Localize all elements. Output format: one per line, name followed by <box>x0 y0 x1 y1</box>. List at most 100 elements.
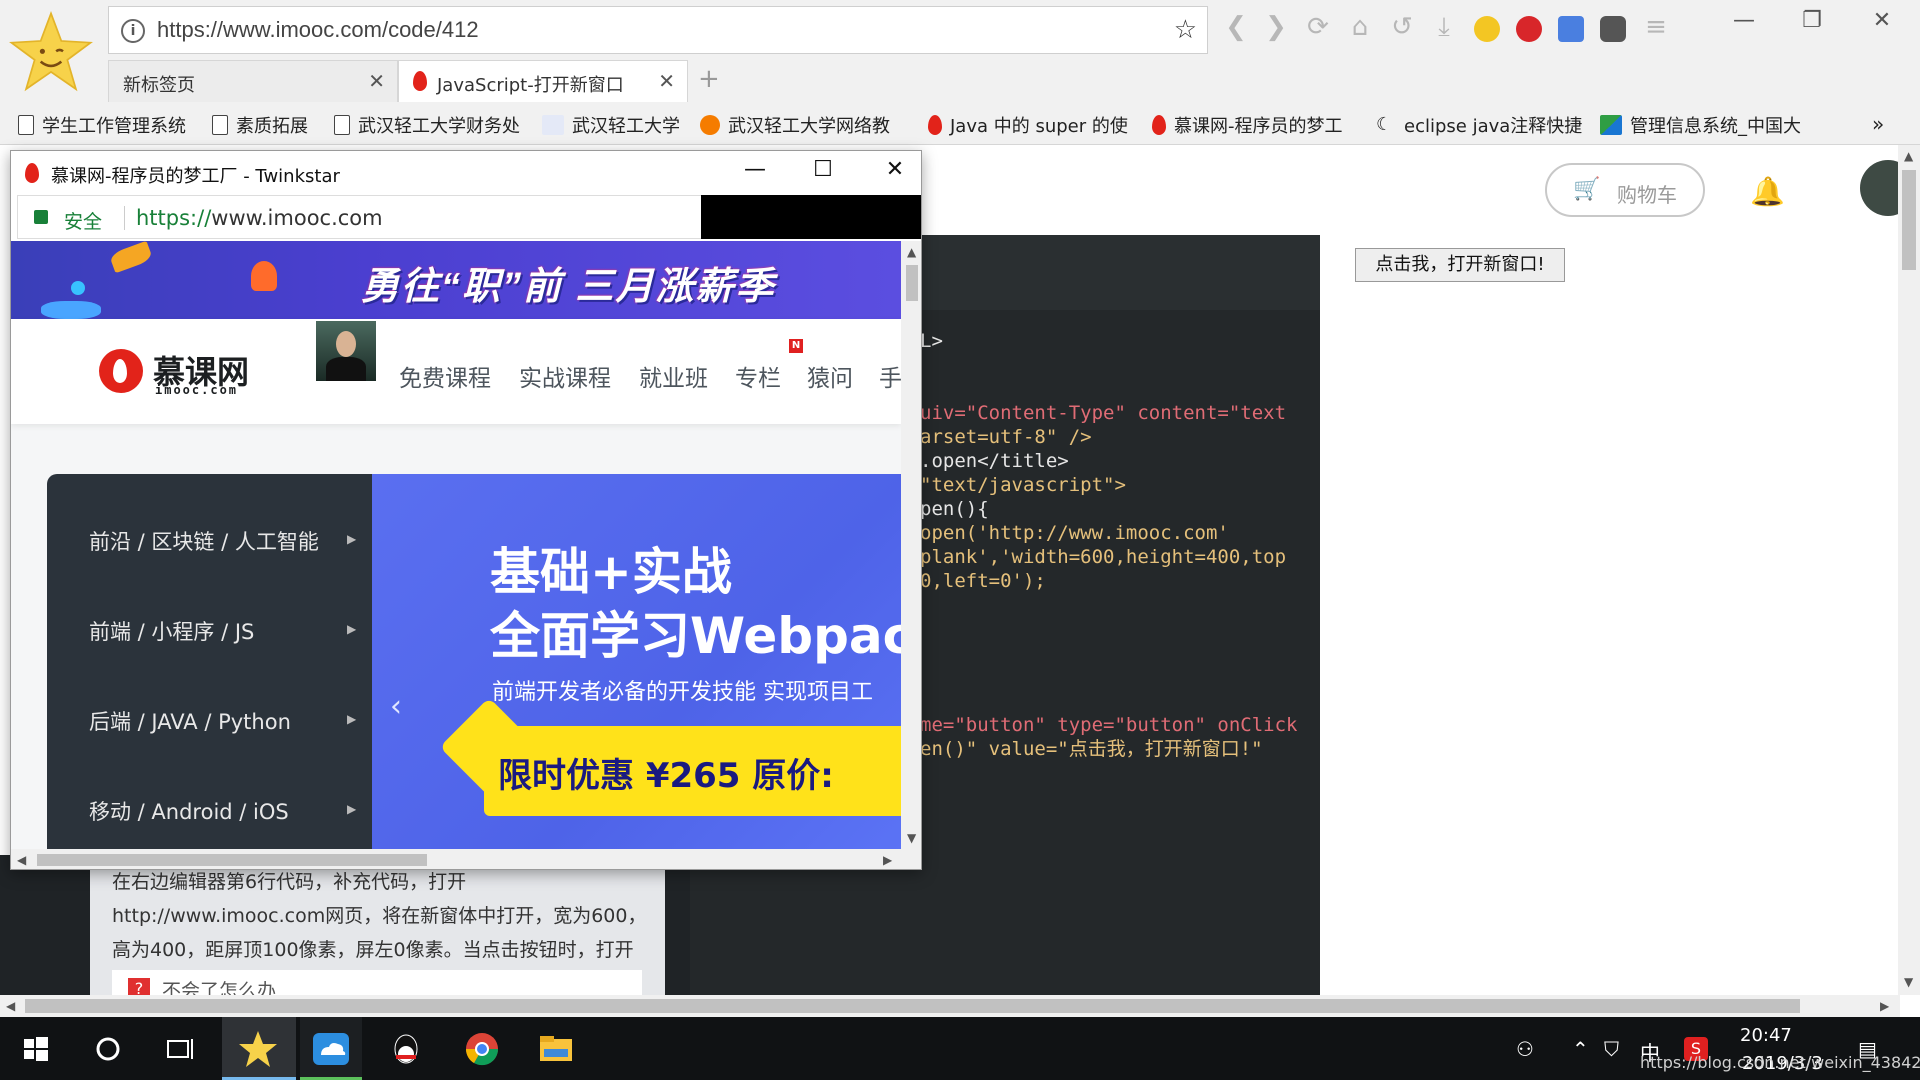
task-view-icon[interactable] <box>158 1027 202 1071</box>
category-item[interactable]: 移动 / Android / iOS <box>89 796 289 826</box>
bookmark-item[interactable]: 管理信息系统_中国大 <box>1600 112 1801 138</box>
scroll-thumb[interactable] <box>1902 170 1916 270</box>
page-vertical-scrollbar[interactable]: ▲ ▼ <box>1898 145 1920 995</box>
search-icon[interactable] <box>86 1027 130 1071</box>
cart-button[interactable]: 🛒 购物车 <box>1545 163 1705 217</box>
tab-close-icon[interactable]: ✕ <box>368 69 385 93</box>
lock-icon <box>34 210 48 224</box>
twinkstar-logo-icon <box>9 10 93 92</box>
scroll-thumb[interactable] <box>37 854 427 866</box>
scroll-right-icon[interactable]: ▶ <box>1880 999 1889 1013</box>
nav-column[interactable]: 专栏 <box>735 359 781 393</box>
extension-yab-icon[interactable] <box>1516 16 1542 42</box>
nav-employment-class[interactable]: 就业班 <box>639 359 708 393</box>
scroll-thumb[interactable] <box>25 999 1800 1013</box>
chevron-left-icon[interactable]: ‹ <box>390 689 402 724</box>
popup-close-icon[interactable]: ✕ <box>873 157 917 182</box>
nav-practical-courses[interactable]: 实战课程 <box>519 359 611 393</box>
category-menu: 前沿 / 区块链 / 人工智能 ▶ 前端 / 小程序 / JS ▶ 后端 / JAV… <box>47 474 372 849</box>
scroll-left-icon[interactable]: ◀ <box>6 999 15 1013</box>
blank-icon <box>542 115 564 135</box>
cloud-icon[interactable] <box>309 1027 353 1071</box>
popup-window[interactable]: 慕课网-程序员的梦工厂 - Twinkstar — ☐ ✕ 安全 https:/… <box>10 150 922 870</box>
scroll-down-icon[interactable]: ▼ <box>1904 975 1913 989</box>
category-item[interactable]: 前沿 / 区块链 / 人工智能 <box>89 526 319 556</box>
url-scheme: https:// <box>136 206 212 230</box>
back-icon[interactable]: ❮ <box>1218 12 1254 42</box>
bookmark-item[interactable]: 素质拓展 <box>212 112 308 138</box>
bookmark-item[interactable]: 武汉轻工大学网络教 <box>700 112 890 138</box>
file-explorer-icon[interactable] <box>534 1027 578 1071</box>
translate-icon[interactable] <box>1558 16 1584 42</box>
home-icon[interactable]: ⌂ <box>1342 12 1378 42</box>
bookmark-item[interactable]: 学生工作管理系统 <box>18 112 186 138</box>
tab-close-icon[interactable]: ✕ <box>658 69 675 93</box>
restore-icon[interactable]: ❐ <box>1792 8 1832 33</box>
scroll-up-icon[interactable]: ▲ <box>1904 149 1913 163</box>
promo-banner[interactable]: 勇往“职”前 三月涨薪季 <box>11 241 901 319</box>
code-text[interactable]: L> uiv="Content-Type" content="text arset… <box>920 305 1298 809</box>
address-url: https://www.imooc.com/code/412 <box>157 17 479 42</box>
tab-new-tab[interactable]: 新标签页 ✕ <box>108 60 398 102</box>
tray-expand-icon[interactable]: ⌃ <box>1572 1037 1589 1061</box>
bookmark-item[interactable]: 武汉轻工大学财务处 <box>334 112 520 138</box>
refresh-icon[interactable]: ⟳ <box>1300 12 1336 42</box>
nav-free-courses[interactable]: 免费课程 <box>399 359 491 393</box>
scroll-left-icon[interactable]: ◀ <box>17 853 26 867</box>
nav-photo[interactable] <box>316 321 376 381</box>
popup-horizontal-scrollbar[interactable]: ◀ ▶ <box>11 849 921 869</box>
scroll-right-icon[interactable]: ▶ <box>883 853 892 867</box>
nav-mobile[interactable]: 手 <box>879 359 901 393</box>
popup-minimize-icon[interactable]: — <box>733 157 777 182</box>
extension-c-icon[interactable] <box>1474 16 1500 42</box>
address-bar[interactable]: i https://www.imooc.com/code/412 ☆ <box>108 6 1208 54</box>
menu-icon[interactable]: ≡ <box>1638 12 1674 42</box>
bookmarks-more-button[interactable]: » <box>1872 112 1884 138</box>
undo-close-icon[interactable]: ↺ <box>1384 12 1420 42</box>
windows-start-icon[interactable] <box>14 1027 58 1071</box>
hero-slide[interactable]: ‹ 基础+实战 全面学习Webpac 前端开发者必备的开发技能 实现项目工 限时… <box>372 474 901 849</box>
clock-time[interactable]: 20:47 <box>1740 1025 1792 1046</box>
scroll-down-icon[interactable]: ▼ <box>907 831 916 845</box>
scroll-thumb[interactable] <box>906 265 918 301</box>
info-icon[interactable]: i <box>121 19 145 43</box>
banner-decoration <box>108 241 154 274</box>
minimize-icon[interactable]: — <box>1724 8 1764 33</box>
category-item[interactable]: 后端 / JAVA / Python <box>89 706 291 736</box>
open-window-button[interactable]: 点击我，打开新窗口! <box>1355 248 1565 282</box>
download-icon[interactable]: ⤓ <box>1426 12 1462 43</box>
qq-icon[interactable] <box>384 1027 428 1071</box>
notification-icon[interactable]: ▤ <box>1858 1037 1877 1061</box>
category-item[interactable]: 前端 / 小程序 / JS <box>89 616 254 646</box>
popup-vertical-scrollbar[interactable]: ▲ ▼ <box>901 241 921 849</box>
forward-icon[interactable]: ❯ <box>1258 12 1294 42</box>
security-shield-icon[interactable]: ⛉ <box>1604 1037 1619 1061</box>
chrome-icon[interactable] <box>460 1027 504 1071</box>
close-window-icon[interactable]: ✕ <box>1862 8 1902 33</box>
bookmark-item[interactable]: ☾ eclipse java注释快捷 <box>1376 112 1582 138</box>
bookmark-item[interactable]: 慕课网-程序员的梦工 <box>1152 112 1343 138</box>
code-line: en()" value="点击我，打开新窗口!" <box>920 738 1263 760</box>
new-tab-icon[interactable]: + <box>698 64 720 94</box>
popup-maximize-icon[interactable]: ☐ <box>801 157 845 182</box>
photo-face <box>336 331 356 357</box>
tab-label: 新标签页 <box>123 75 195 96</box>
promo-badge[interactable]: 限时优惠 ¥265 原价: <box>484 726 901 816</box>
bookmark-item[interactable]: Java 中的 super 的使 <box>928 112 1128 138</box>
bookmark-item[interactable]: 武汉轻工大学 <box>542 112 680 138</box>
nav-questions[interactable]: 猿问 <box>807 359 853 393</box>
scroll-up-icon[interactable]: ▲ <box>907 245 916 259</box>
page-horizontal-scrollbar[interactable]: ◀ ▶ <box>0 995 1900 1017</box>
slide-title-2: 全面学习Webpac <box>490 607 901 665</box>
cart-icon: 🛒 <box>1573 177 1601 202</box>
tab-javascript-open-window[interactable]: JavaScript-打开新窗口 ✕ <box>398 60 688 102</box>
popup-titlebar[interactable]: 慕课网-程序员的梦工厂 - Twinkstar — ☐ ✕ <box>11 151 921 195</box>
bookmark-star-icon[interactable]: ☆ <box>1174 15 1197 45</box>
bell-icon[interactable]: 🔔 <box>1750 175 1785 208</box>
twinkstar-icon[interactable] <box>236 1027 280 1071</box>
extension-gamepad-icon[interactable] <box>1600 16 1626 42</box>
people-icon[interactable]: ⚇ <box>1516 1037 1534 1061</box>
popup-address-bar[interactable]: 安全 https://www.imooc.com <box>17 195 707 239</box>
tab-label: JavaScript-打开新窗口 <box>437 75 624 96</box>
